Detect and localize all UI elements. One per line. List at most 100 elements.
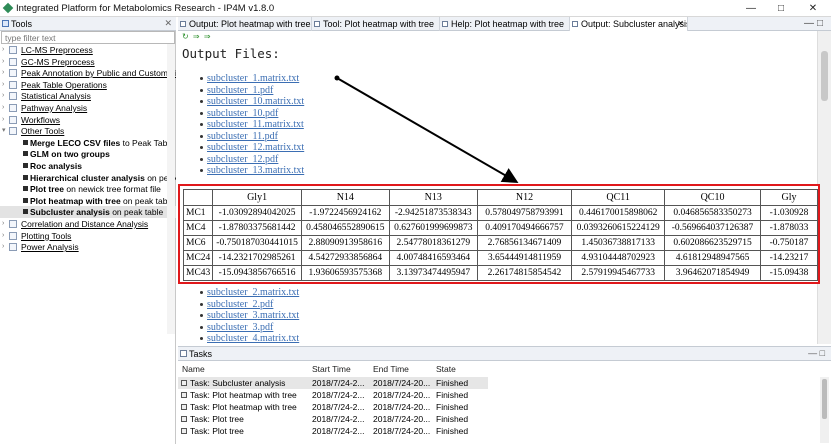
tool-icon xyxy=(23,163,28,168)
file-link[interactable]: subcluster_3.pdf xyxy=(207,322,273,333)
matrix-cell: 4.00748416593464 xyxy=(388,250,478,266)
tools-panel: Tools ✕ ›LC-MS Preprocess›GC-MS Preproce… xyxy=(0,17,176,444)
file-link[interactable]: subcluster_11.matrix.txt xyxy=(207,119,304,130)
minimize-editor-icon[interactable]: — xyxy=(804,18,814,29)
maximize-editor-icon[interactable]: □ xyxy=(817,18,823,29)
task-row[interactable]: Task: Plot tree 2018/7/24-2... 2018/7/24-2… xyxy=(178,413,488,425)
task-start-time: 2018/7/24-2... xyxy=(312,402,365,412)
filter-input[interactable] xyxy=(1,31,175,44)
task-end-time: 2018/7/24-20... xyxy=(373,426,431,436)
matrix-row: MC1 -1.03092894042025 -1.9722456924162 -2.9… xyxy=(182,205,818,221)
matrix-cell: -15.0943856766516 xyxy=(212,265,302,281)
bullet-icon xyxy=(200,302,203,306)
bullet-icon xyxy=(200,111,203,115)
tool-category[interactable]: › Peak Annotation by Public and Custom Li xyxy=(0,67,176,79)
tool-category-label: LC-MS Preprocess xyxy=(21,45,93,55)
tasks-scrollbar[interactable] xyxy=(820,377,829,443)
output-toolbar[interactable]: ↻ ⇒ ⇒ xyxy=(182,32,212,41)
file-link[interactable]: subcluster_10.matrix.txt xyxy=(207,96,304,107)
matrix-cell: 3.13973474495947 xyxy=(388,265,478,281)
tool-category[interactable]: › LC-MS Preprocess xyxy=(0,44,176,56)
tool-category[interactable]: › Correlation and Distance Analysis xyxy=(0,218,176,230)
matrix-cell: -1.030928 xyxy=(759,205,818,221)
tasks-header-name[interactable]: Name xyxy=(182,363,205,375)
tool-category-label: Peak Table Operations xyxy=(21,79,107,90)
editor-tab-label: Help: Plot heatmap with tree xyxy=(451,19,565,29)
tasks-view-tab[interactable]: Tasks — □ xyxy=(178,347,831,361)
file-link[interactable]: subcluster_1.matrix.txt xyxy=(207,73,299,84)
editor-tab[interactable]: Output: Plot heatmap with tree xyxy=(178,17,312,31)
editor-tab[interactable]: Output: Subcluster analysis ✕ xyxy=(570,17,688,31)
file-link[interactable]: subcluster_4.matrix.txt xyxy=(207,333,299,344)
tool-item[interactable]: Subcluster analysis on peak table xyxy=(0,206,176,219)
matrix-column-header: Gly1 xyxy=(212,189,302,206)
file-link[interactable]: subcluster_2.pdf xyxy=(207,299,273,310)
bullet-icon xyxy=(200,77,203,80)
tool-item[interactable]: GLM on two groups xyxy=(0,148,176,160)
task-row[interactable]: Task: Plot heatmap with tree 2018/7/24-2.… xyxy=(178,389,488,401)
file-link[interactable]: subcluster_2.matrix.txt xyxy=(207,287,299,298)
tool-item-label: Plot heatmap with tree on peak table xyxy=(30,195,174,207)
close-window-button[interactable]: ✕ xyxy=(798,1,828,16)
task-name: Task: Subcluster analysis xyxy=(190,378,286,388)
bullet-icon xyxy=(200,337,203,340)
tool-category[interactable]: › Pathway Analysis xyxy=(0,102,176,114)
task-end-time: 2018/7/24-20... xyxy=(373,414,431,424)
tasks-scroll-thumb[interactable] xyxy=(822,379,827,419)
tool-category[interactable]: › Statistical Analysis xyxy=(0,90,176,102)
tool-item[interactable]: Plot tree on newick tree format file xyxy=(0,183,176,195)
tool-category[interactable]: › Plotting Tools xyxy=(0,230,176,242)
tool-item[interactable]: Hierarchical cluster analysis on peak ta xyxy=(0,172,176,184)
editor-tab[interactable]: Help: Plot heatmap with tree xyxy=(440,17,570,31)
title-bar: Integrated Platform for Metabolomics Res… xyxy=(0,0,831,17)
matrix-cell: 0.446170015898062 xyxy=(571,205,666,221)
bullet-icon xyxy=(200,88,203,92)
file-link[interactable]: subcluster_13.matrix.txt xyxy=(207,165,304,176)
matrix-cell: 3.96462071854949 xyxy=(664,265,761,281)
tasks-view-controls-icon[interactable]: — □ xyxy=(808,348,825,358)
tools-scrollbar[interactable] xyxy=(167,44,175,334)
tool-category[interactable]: › Workflows xyxy=(0,114,176,126)
task-row[interactable]: Task: Plot heatmap with tree 2018/7/24-2.… xyxy=(178,401,488,413)
editor-tab-label: Output: Plot heatmap with tree xyxy=(189,19,311,29)
folder-icon xyxy=(9,115,17,124)
task-row[interactable]: Task: Plot tree 2018/7/24-2... 2018/7/24-2… xyxy=(178,425,488,437)
tasks-header-state[interactable]: State xyxy=(436,363,456,375)
folder-icon xyxy=(9,80,17,89)
editor-tab[interactable]: Tool: Plot heatmap with tree xyxy=(312,17,440,31)
file-link[interactable]: subcluster_11.pdf xyxy=(207,131,278,142)
close-tools-view-icon[interactable]: ✕ xyxy=(164,18,172,29)
file-link[interactable]: subcluster_10.pdf xyxy=(207,108,278,119)
matrix-column-header: N12 xyxy=(476,189,573,206)
matrix-row: MC6 -0.750187030441015 2.88090913958616 2.5… xyxy=(182,235,818,251)
tasks-header-start[interactable]: Start Time xyxy=(312,363,351,375)
maximize-button[interactable]: □ xyxy=(766,1,796,16)
tasks-header-end[interactable]: End Time xyxy=(373,363,409,375)
matrix-column-header: Gly xyxy=(759,189,818,206)
file-link[interactable]: subcluster_12.matrix.txt xyxy=(207,142,304,153)
tool-category[interactable]: ▾ Other Tools xyxy=(0,125,176,137)
tool-category[interactable]: › GC-MS Preprocess xyxy=(0,56,176,68)
tool-name: Merge LECO CSV files xyxy=(30,137,121,148)
tool-category[interactable]: › Power Analysis xyxy=(0,241,176,253)
task-row[interactable]: Task: Subcluster analysis 2018/7/24-2... 2… xyxy=(178,377,488,389)
matrix-column-header: N13 xyxy=(388,189,478,206)
output-scroll-thumb[interactable] xyxy=(821,51,828,101)
file-link[interactable]: subcluster_3.matrix.txt xyxy=(207,310,299,321)
tool-item[interactable]: Plot heatmap with tree on peak table xyxy=(0,195,176,207)
task-name: Task: Plot heatmap with tree xyxy=(190,390,297,400)
close-tab-icon[interactable]: ✕ xyxy=(677,17,684,31)
folder-icon xyxy=(9,231,17,240)
tool-item[interactable]: Roc analysis xyxy=(0,160,176,172)
tool-category-label: GC-MS Preprocess xyxy=(21,56,95,67)
matrix-cell: -1.9722456924162 xyxy=(300,205,390,221)
file-link[interactable]: subcluster_1.pdf xyxy=(207,85,273,96)
tool-name: Roc analysis xyxy=(30,161,82,171)
tool-item[interactable]: Merge LECO CSV files to Peak Table xyxy=(0,137,176,149)
matrix-cell: 0.458046552890615 xyxy=(300,220,390,236)
tool-category[interactable]: › Peak Table Operations xyxy=(0,79,176,91)
file-link[interactable]: subcluster_12.pdf xyxy=(207,154,278,165)
tools-view-tab[interactable]: Tools ✕ xyxy=(0,17,176,31)
minimize-button[interactable]: — xyxy=(736,1,766,16)
editor-tab-icon xyxy=(442,21,448,27)
